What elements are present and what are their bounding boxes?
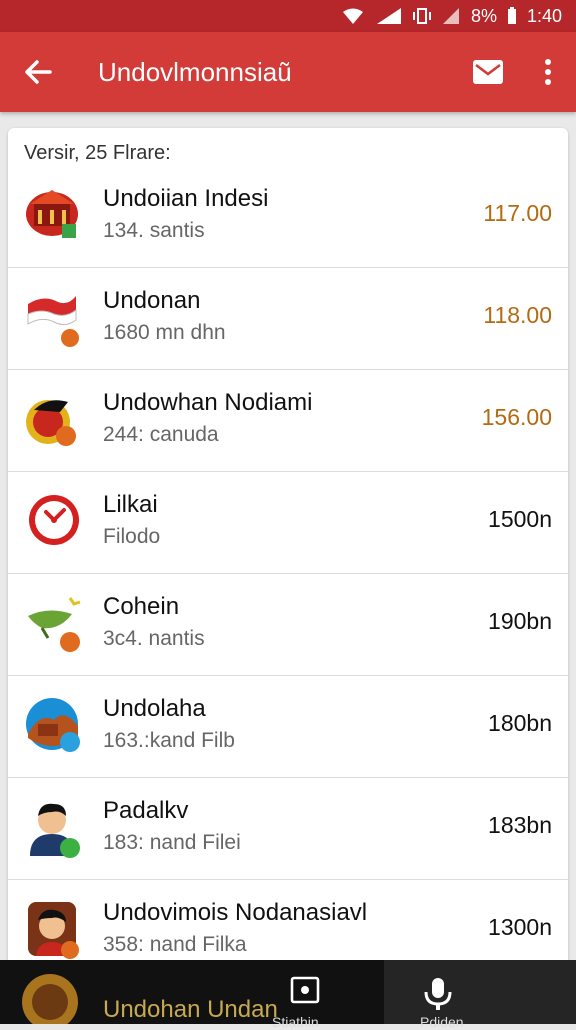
item-name: Undoiian Indesi bbox=[103, 185, 269, 212]
battery-icon bbox=[507, 7, 517, 25]
list-item[interactable]: Lilkai Filodo 1500n bbox=[8, 472, 568, 574]
item-name: Padalkv bbox=[103, 797, 189, 824]
portrait-icon bbox=[28, 902, 79, 959]
list-item[interactable]: Undovimois Nodanasiavl 358: nand Filka 1… bbox=[8, 880, 568, 968]
tab-label: Stiathin bbox=[272, 1014, 319, 1030]
item-subtitle: 183: nand Filei bbox=[103, 831, 241, 854]
person-icon bbox=[30, 803, 80, 858]
item-name: Undolaha bbox=[103, 695, 206, 722]
item-subtitle: 244: canuda bbox=[103, 423, 219, 446]
bird-icon bbox=[26, 400, 76, 446]
peek-list-item[interactable]: Undohan Undan bbox=[0, 960, 278, 1024]
flag-icon bbox=[27, 296, 79, 347]
clock-time: 1:40 bbox=[526, 5, 562, 26]
app-bar: Undovlmonnsiaũ bbox=[0, 32, 576, 112]
list-header: Versir, 25 Flrare: bbox=[24, 142, 171, 164]
list-item[interactable]: Undolaha 163.:kand Filb 180bn bbox=[8, 676, 568, 778]
item-name: Undonan bbox=[103, 287, 201, 314]
item-amount: 183bn bbox=[488, 812, 552, 838]
status-bar: 8% 1:40 bbox=[0, 0, 576, 32]
leaf-bird-icon bbox=[28, 597, 81, 652]
list-item[interactable]: Padalkv 183: nand Filei 183bn bbox=[8, 778, 568, 880]
signal-strength-icon bbox=[441, 7, 461, 25]
item-subtitle: 163.:kand Filb bbox=[103, 729, 235, 752]
item-amount: 180bn bbox=[488, 710, 552, 736]
list-item[interactable]: Undowhan Nodiami 244: canuda 156.00 bbox=[8, 370, 568, 472]
more-options-button[interactable] bbox=[536, 50, 560, 94]
item-subtitle: 134. santis bbox=[103, 219, 205, 242]
page-title: Undovlmonnsiaũ bbox=[98, 56, 292, 87]
list-item[interactable]: Cohein 3c4. nantis 190bn bbox=[8, 574, 568, 676]
mail-icon bbox=[473, 60, 503, 84]
bottom-navigation: Undohan Undan Stiathin Pdiden bbox=[0, 960, 576, 1030]
item-amount: 190bn bbox=[488, 608, 552, 634]
statement-icon bbox=[290, 976, 320, 1004]
clock-icon bbox=[29, 495, 79, 545]
microphone-icon bbox=[424, 978, 452, 1010]
item-amount: 1300n bbox=[488, 914, 552, 940]
peek-item-icon bbox=[22, 974, 78, 1024]
list-item[interactable]: Undonan 1680 mn dhn 118.00 bbox=[8, 268, 568, 370]
tab-label: Pdiden bbox=[420, 1014, 464, 1030]
battery-percent: 8% bbox=[470, 5, 497, 26]
item-amount: 118.00 bbox=[483, 302, 552, 328]
tab-stiathin[interactable]: Stiathin bbox=[192, 960, 384, 1030]
signal-icon bbox=[375, 7, 403, 25]
item-name: Cohein bbox=[103, 593, 180, 620]
item-amount: 117.00 bbox=[483, 200, 552, 226]
mail-button[interactable] bbox=[466, 50, 510, 94]
landscape-icon bbox=[26, 698, 80, 752]
item-name: Undowhan Nodiami bbox=[103, 389, 313, 416]
item-amount: 1500n bbox=[488, 506, 552, 532]
list-item[interactable]: Undoiian Indesi 134. santis 117.00 bbox=[8, 166, 568, 268]
item-name: Lilkai bbox=[103, 491, 158, 518]
item-name: Undovimois Nodanasiavl bbox=[103, 899, 368, 926]
vibrate-icon bbox=[412, 7, 431, 25]
back-arrow-icon bbox=[25, 60, 52, 84]
item-subtitle: 1680 mn dhn bbox=[103, 321, 226, 344]
tab-pdiden[interactable]: Pdiden bbox=[384, 960, 576, 1030]
item-subtitle: 3c4. nantis bbox=[103, 627, 205, 650]
more-vertical-icon bbox=[545, 59, 551, 85]
item-subtitle: 358: nand Filka bbox=[103, 933, 247, 956]
temple-icon bbox=[26, 190, 78, 238]
item-subtitle: Filodo bbox=[103, 525, 161, 548]
transaction-list: Versir, 25 Flrare: Undoiian Indesi 134. … bbox=[8, 128, 568, 968]
wifi-icon bbox=[341, 7, 365, 25]
back-button[interactable] bbox=[16, 50, 60, 94]
item-amount: 156.00 bbox=[481, 404, 552, 430]
